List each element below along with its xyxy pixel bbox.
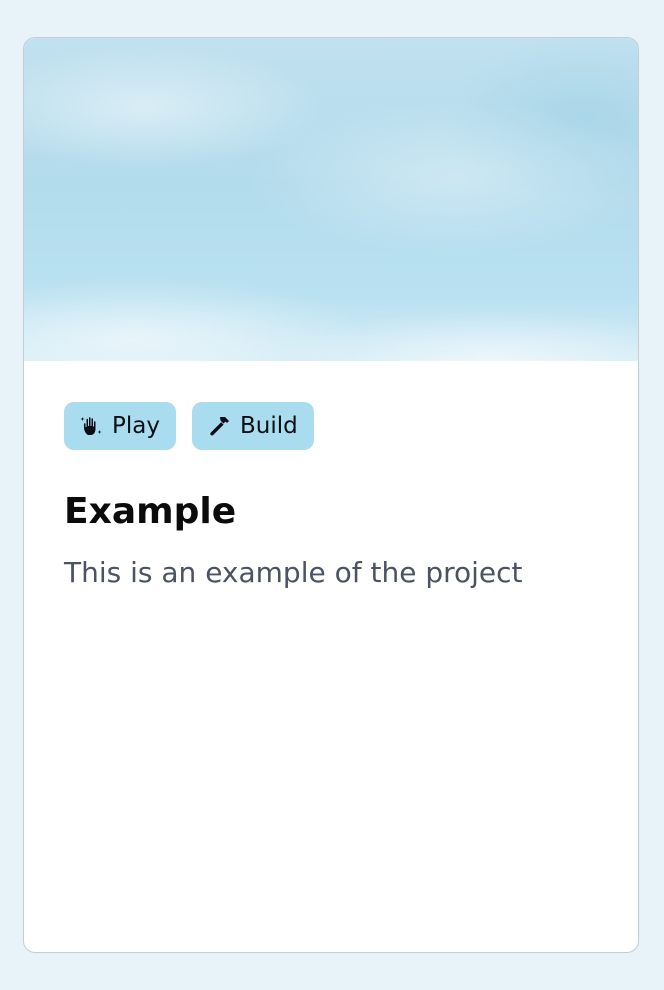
card-cover-image [24, 38, 638, 361]
play-tag-label: Play [112, 413, 160, 439]
tag-list: Play Build [64, 402, 598, 450]
build-tag[interactable]: Build [191, 402, 314, 450]
hand-sparkle-icon [80, 414, 104, 438]
build-tag-label: Build [239, 413, 298, 439]
card-content: Play Build Example This is an example of… [64, 402, 598, 592]
project-title: Example [64, 491, 237, 532]
play-tag[interactable]: Play [64, 402, 176, 450]
project-description: This is an example of the project [64, 556, 523, 590]
hammer-icon [208, 414, 232, 438]
project-card[interactable]: Play Build Example This is an example of… [23, 37, 639, 953]
